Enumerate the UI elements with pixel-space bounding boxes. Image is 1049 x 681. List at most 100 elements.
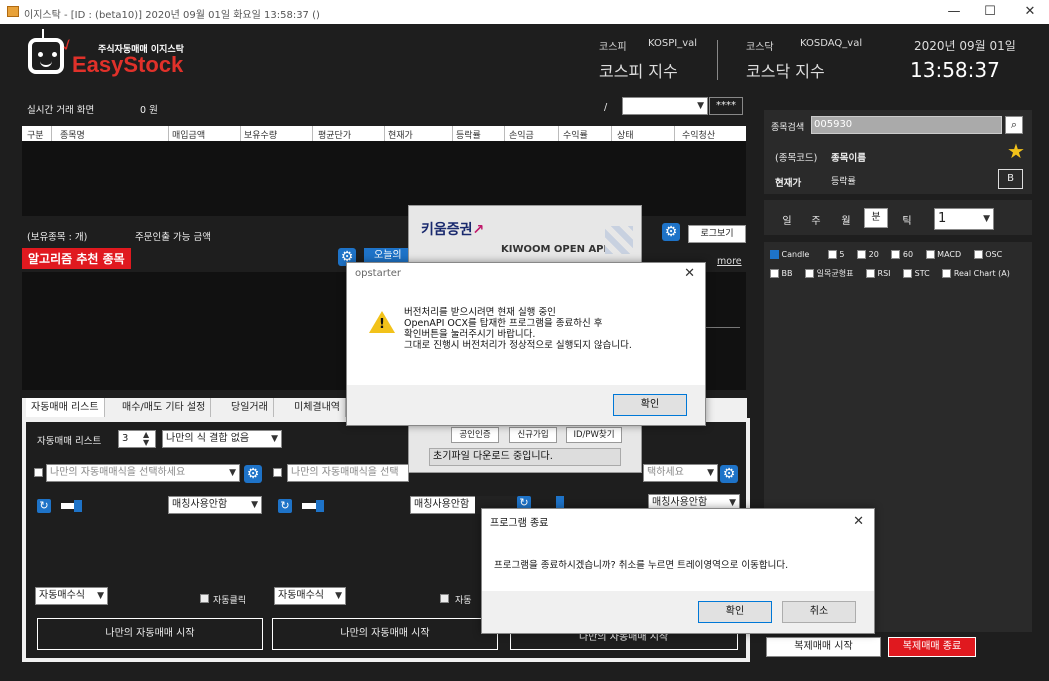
candle-checkbox[interactable] [770,250,779,259]
maximize-button[interactable]: ☐ [975,4,1005,20]
indicator-row-1: Candle 5 20 60 MACD OSC [770,250,1002,259]
period-minute-button[interactable]: 분 [864,208,888,228]
period-tick-button[interactable]: 틱 [899,212,915,227]
slider-knob[interactable] [316,500,324,512]
more-link[interactable]: more [717,256,742,267]
autotrade-list-label: 자동매매 리스트 [37,436,102,447]
auto-click-2-checkbox[interactable] [440,594,449,603]
copy-trade-start-button[interactable]: 복제매매 시작 [766,637,881,657]
stock-code-label: (종목코드) [775,153,818,164]
realchart-checkbox[interactable] [942,269,952,278]
auto-click-2-label: 자동 [455,596,472,606]
period-month-button[interactable]: 월 [838,212,854,227]
refresh-icon[interactable]: ↻ [278,499,292,513]
interval-select[interactable]: 1 ▼ [934,208,994,230]
buy-formula-1-select[interactable]: 자동매수식 ▼ [35,587,108,605]
buy-formula-1-value: 자동매수식 [39,590,85,601]
match-2-value: 매칭사용안함 [414,499,470,510]
minimize-button[interactable]: — [939,4,969,20]
stc-label: STC [914,269,930,278]
logo-name: EasyStock [72,52,184,77]
match-2-select[interactable]: 매칭사용안함 [410,496,476,514]
list-count-stepper[interactable]: 3 [118,430,156,448]
opstarter-ok-button[interactable]: 확인 [613,394,687,416]
slider-knob[interactable] [556,496,564,508]
kiwoom-pattern-icon [605,226,633,254]
stepper-arrows-icon[interactable]: ▲ ▼ [143,431,149,447]
exit-dialog-message: 프로그램을 종료하시겠습니까? 취소를 누르면 트레이영역으로 이동합니다. [494,560,789,571]
exit-cancel-button[interactable]: 취소 [782,601,856,623]
kosdaq-value: 코스닥 지수 [746,62,825,81]
buy-formula-2-select[interactable]: 자동매수식 ▼ [274,587,346,605]
osc-checkbox[interactable] [973,250,983,259]
macd-checkbox[interactable] [925,250,935,259]
opstarter-footer: 확인 [347,385,705,425]
account-select[interactable]: ▼ [622,97,708,115]
tab-today-trades[interactable]: 당일거래 [226,398,274,417]
rsi-label: RSI [877,269,891,278]
combine-select[interactable]: 나만의 식 결합 없음 ▼ [162,430,282,448]
ma5-label: 5 [839,250,845,259]
gear-icon[interactable]: ⚙ [662,223,680,241]
download-status: 초기파일 다운로드 중입니다. [429,448,621,466]
chevron-down-icon: ▼ [251,500,258,510]
exit-ok-button[interactable]: 확인 [698,601,772,623]
realtime-title: 실시간 거래 화면 [27,105,95,116]
b-button[interactable]: B [998,169,1023,189]
message-line: 확인버튼을 눌러주시기 바랍니다. [404,329,536,340]
match-1-select[interactable]: 매칭사용안함 ▼ [168,496,262,514]
strategy-3-gear-icon[interactable]: ⚙ [720,465,738,483]
star-icon[interactable]: ★ [1007,139,1025,163]
strategy-1-gear-icon[interactable]: ⚙ [244,465,262,483]
tab-buy-sell-settings[interactable]: 매수/매도 기타 설정 [117,398,212,417]
stc-checkbox[interactable] [903,269,913,278]
algo-banner: 알고리즘 추천 종목 [22,248,131,269]
ichimoku-checkbox[interactable] [805,269,815,278]
refresh-icon[interactable]: ↻ [37,499,51,513]
chevron-down-icon: ▼ [97,591,104,601]
window-title: 이지스탁 - [ID : (beta10)] 2020년 09월 01일 화요일… [24,10,320,21]
holdings-table-header: 구분 종목명 매입금액 보유수량 평균단가 현재가 등락률 손익금 수익률 상태… [22,126,746,141]
cert-button[interactable]: 공인인증 [451,427,499,443]
bb-label: BB [781,269,793,278]
osc-label: OSC [985,250,1003,259]
password-field[interactable]: **** [709,97,743,115]
close-icon[interactable]: ✕ [684,266,695,281]
start-autotrade-2-button[interactable]: 나만의 자동매매 시작 [272,618,498,650]
combine-select-value: 나만의 식 결합 없음 [166,433,250,444]
strategy-2-select[interactable]: 나만의 자동매매식을 선택 [287,464,409,482]
ma60-checkbox[interactable] [891,250,901,259]
strategy-2-checkbox[interactable] [273,468,282,477]
stock-search-input[interactable]: 005930 [811,116,1002,134]
search-icon[interactable]: ⌕ [1005,116,1023,134]
tab-autotrade-list[interactable]: 자동매매 리스트 [26,398,105,417]
ma20-checkbox[interactable] [857,250,867,259]
opstarter-title: opstarter [355,268,402,279]
bb-checkbox[interactable] [770,269,779,278]
strategy-3-select[interactable]: 택하세요 ▼ [643,464,718,482]
strategy-1-select[interactable]: 나만의 자동매매식을 선택하세요 ▼ [46,464,240,482]
message-line: 그대로 진행시 버전처리가 정상적으로 실행되지 않습니다. [404,340,632,351]
rsi-checkbox[interactable] [865,269,875,278]
period-day-button[interactable]: 일 [779,212,795,227]
find-idpw-button[interactable]: ID/PW찾기 [566,427,622,443]
tab-unfilled[interactable]: 미체결내역 [289,398,346,417]
close-window-button[interactable]: ✕ [1015,4,1045,20]
close-icon[interactable]: ✕ [853,514,864,529]
copy-trade-stop-button[interactable]: 복제매매 종료 [888,637,976,657]
start-autotrade-1-button[interactable]: 나만의 자동매매 시작 [37,618,263,650]
window-titlebar: 이지스탁 - [ID : (beta10)] 2020년 09월 01일 화요일… [0,0,1049,24]
ma5-checkbox[interactable] [827,250,837,259]
realtime-slash: / [604,102,608,113]
exit-dialog-footer: 확인 취소 [482,591,874,633]
chevron-down-icon: ▼ [707,468,714,478]
stock-search-label: 종목검색 [771,123,805,133]
period-week-button[interactable]: 주 [808,212,824,227]
chevron-down-icon: ▼ [983,214,990,224]
strategy-1-checkbox[interactable] [34,468,43,477]
col-header: 보유수량 [244,131,278,141]
join-button[interactable]: 신규가입 [509,427,557,443]
log-view-button[interactable]: 로그보기 [688,225,746,243]
slider-knob[interactable] [74,500,82,512]
auto-click-1-checkbox[interactable] [200,594,209,603]
